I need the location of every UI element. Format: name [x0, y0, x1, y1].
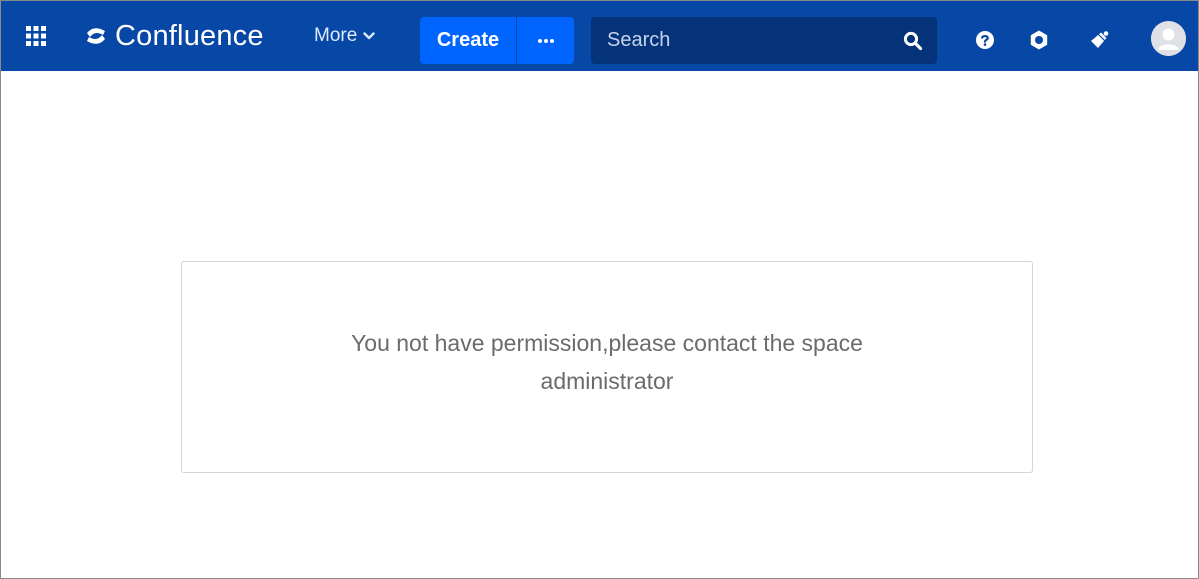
permission-denied-message: You not have permission,please contact t… [351, 330, 863, 394]
more-menu-button[interactable]: More [314, 23, 375, 49]
user-avatar-button[interactable] [1151, 21, 1186, 56]
notifications-button[interactable] [1083, 24, 1115, 56]
search-box[interactable] [591, 17, 937, 64]
chevron-down-icon [363, 32, 375, 40]
app-switcher-icon [26, 26, 46, 46]
app-window: Confluence More Create Search You not ha… [0, 0, 1199, 579]
user-avatar-icon [1151, 21, 1186, 56]
logo-text: Confluence [115, 19, 264, 52]
megaphone-icon [1091, 31, 1109, 48]
settings-icon [1030, 30, 1048, 50]
ellipsis-icon [537, 38, 554, 43]
search-icon[interactable] [903, 31, 923, 51]
create-button[interactable]: Create [420, 17, 516, 64]
help-button[interactable] [969, 24, 1001, 56]
create-options-button[interactable] [517, 17, 574, 64]
create-button-label: Create [436, 29, 500, 51]
top-navigation-bar: Confluence More Create [1, 1, 1198, 71]
confluence-logo[interactable]: Confluence [85, 17, 264, 55]
more-menu-label: More [314, 25, 358, 46]
confluence-logo-icon [87, 28, 105, 44]
permission-message-card: You not have permission,please contact t… [181, 261, 1033, 473]
search-input[interactable] [607, 29, 903, 52]
settings-button[interactable] [1023, 24, 1055, 56]
help-icon [976, 31, 994, 49]
app-switcher-button[interactable] [21, 21, 51, 51]
